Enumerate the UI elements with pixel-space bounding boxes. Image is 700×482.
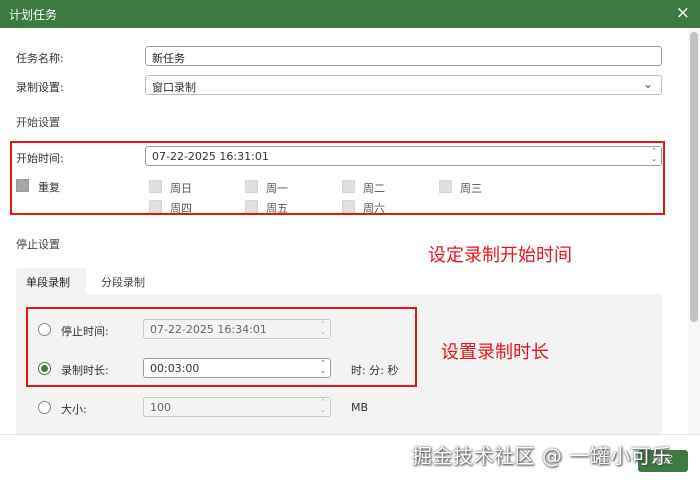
- start-highlight-box: [10, 141, 665, 215]
- size-input[interactable]: 100 ⌃ ⌄: [143, 397, 331, 417]
- size-unit-label: MB: [351, 401, 369, 414]
- task-name-input[interactable]: 新任务: [145, 46, 662, 66]
- record-setting-value: 窗口录制: [152, 81, 196, 94]
- size-radio[interactable]: [38, 401, 51, 414]
- duration-highlight-box: [26, 307, 417, 387]
- vertical-scrollbar[interactable]: [688, 28, 700, 442]
- record-setting-select[interactable]: 窗口录制 ⌄: [145, 75, 662, 95]
- title-bar: 计划任务 ×: [0, 0, 700, 28]
- start-time-annotation: 设定录制开始时间: [428, 245, 572, 266]
- tab-multi-segment[interactable]: 分段录制: [91, 268, 155, 296]
- size-value: 100: [150, 401, 171, 414]
- start-section-title: 开始设置: [16, 116, 60, 129]
- size-label: 大小:: [61, 403, 87, 416]
- scrollbar-thumb[interactable]: [690, 32, 698, 322]
- close-icon[interactable]: ×: [676, 3, 690, 23]
- spinner-arrows-icon[interactable]: ⌃ ⌄: [320, 398, 326, 414]
- window-title: 计划任务: [9, 8, 58, 22]
- duration-annotation: 设置录制时长: [441, 342, 549, 363]
- record-setting-label: 录制设置:: [16, 81, 64, 94]
- stop-section-title: 停止设置: [16, 238, 60, 251]
- task-name-label: 任务名称:: [16, 52, 64, 65]
- watermark-text: 掘金技术社区 @ 一罐小可乐: [412, 444, 672, 468]
- chevron-down-icon: ⌄: [642, 77, 653, 91]
- tab-single-segment[interactable]: 单段录制: [16, 268, 86, 295]
